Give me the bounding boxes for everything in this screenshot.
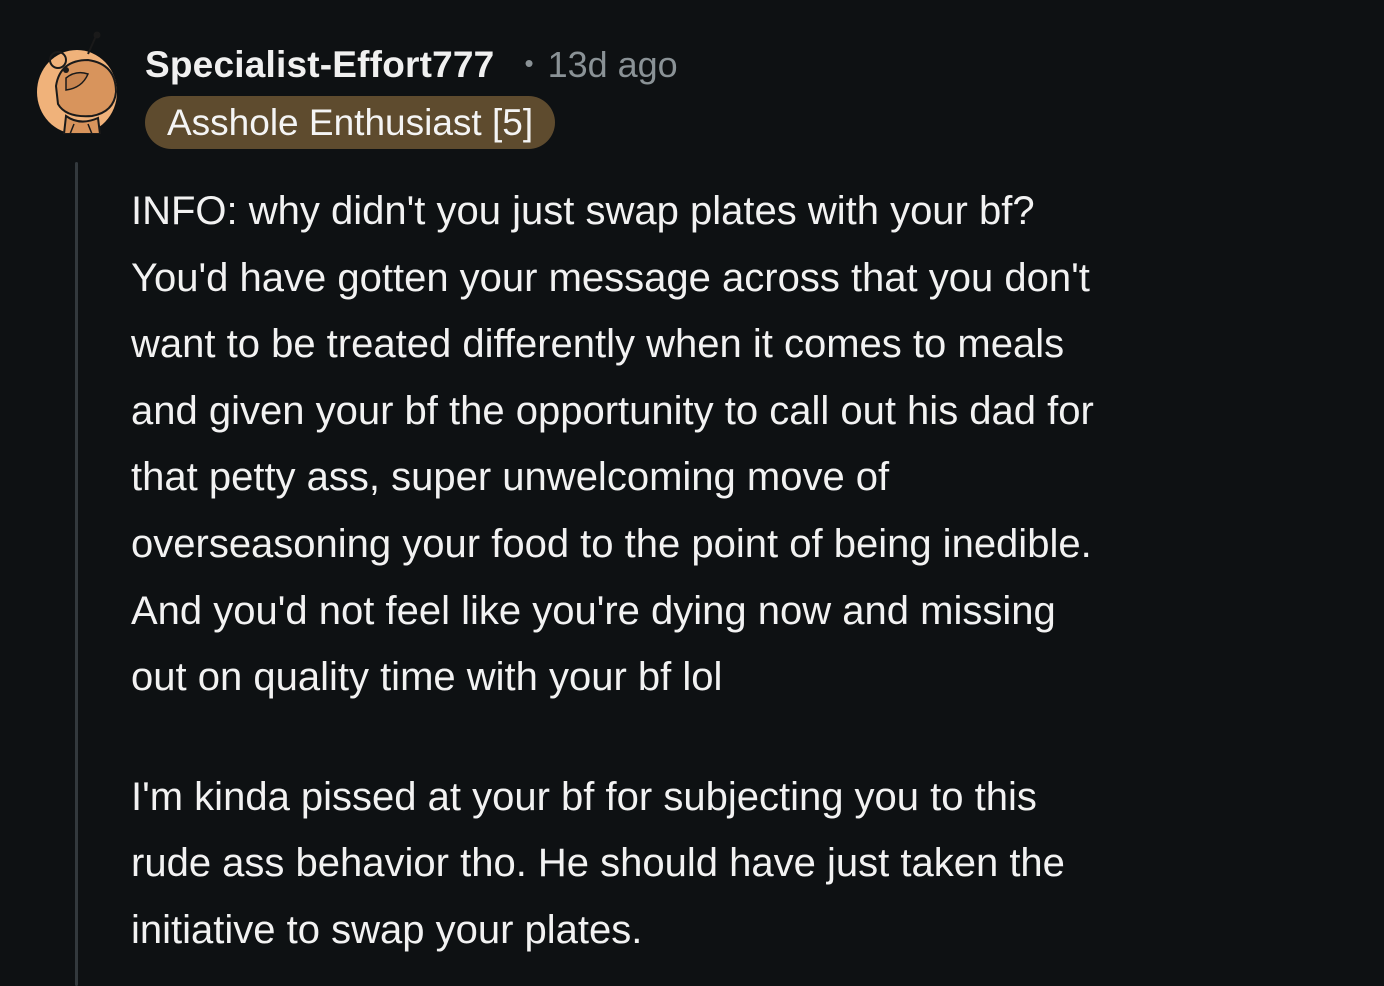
comment-header: Specialist-Effort777 • 13d ago bbox=[145, 40, 678, 90]
user-flair: Asshole Enthusiast [5] bbox=[145, 96, 556, 149]
comment: Specialist-Effort777 • 13d ago Asshole E… bbox=[0, 0, 1384, 986]
comment-timestamp[interactable]: 13d ago bbox=[548, 44, 678, 86]
author-username[interactable]: Specialist-Effort777 bbox=[145, 44, 494, 86]
meta-separator: • bbox=[524, 47, 534, 78]
avatar[interactable] bbox=[36, 30, 118, 134]
comment-paragraph: I'm kinda pissed at your bf for subjecti… bbox=[131, 774, 1065, 952]
comment-body: INFO: why didn't you just swap plates wi… bbox=[131, 178, 1371, 964]
comment-paragraph: INFO: why didn't you just swap plates wi… bbox=[131, 189, 1094, 700]
snoo-avatar-icon bbox=[37, 31, 118, 134]
thread-line[interactable] bbox=[75, 162, 78, 986]
